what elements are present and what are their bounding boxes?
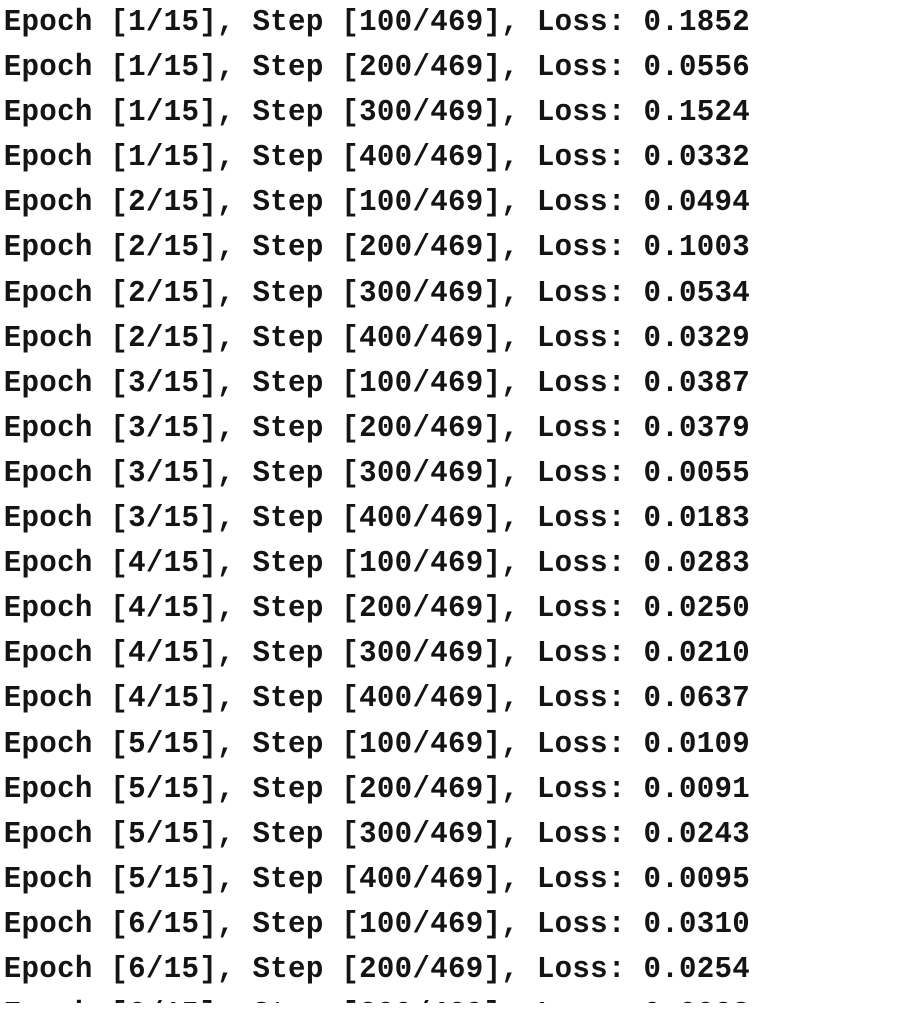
log-line: Epoch [6/15], Step [300/469], Loss: 0.00… bbox=[0, 992, 846, 1003]
log-line: Epoch [3/15], Step [400/469], Loss: 0.01… bbox=[3, 501, 751, 537]
log-line: Epoch [2/15], Step [200/469], Loss: 0.10… bbox=[3, 230, 751, 266]
log-line: Epoch [5/15], Step [100/469], Loss: 0.01… bbox=[3, 726, 751, 762]
log-lines: Epoch [1/15], Step [100/469], Loss: 0.18… bbox=[0, 0, 900, 1003]
log-line: Epoch [2/15], Step [400/469], Loss: 0.03… bbox=[3, 320, 751, 356]
log-line: Epoch [5/15], Step [300/469], Loss: 0.02… bbox=[3, 816, 751, 852]
log-line: Epoch [1/15], Step [400/469], Loss: 0.03… bbox=[3, 140, 751, 176]
log-line: Epoch [1/15], Step [100/469], Loss: 0.18… bbox=[3, 5, 751, 40]
log-line: Epoch [4/15], Step [200/469], Loss: 0.02… bbox=[3, 591, 751, 627]
log-line: Epoch [4/15], Step [400/469], Loss: 0.06… bbox=[3, 681, 751, 717]
cutoff-strip bbox=[0, 1003, 900, 1017]
log-line: Epoch [6/15], Step [200/469], Loss: 0.02… bbox=[3, 951, 751, 987]
log-line: Epoch [6/15], Step [100/469], Loss: 0.03… bbox=[3, 906, 751, 942]
log-line: Epoch [3/15], Step [300/469], Loss: 0.00… bbox=[3, 455, 751, 491]
log-line: Epoch [2/15], Step [300/469], Loss: 0.05… bbox=[3, 275, 751, 311]
log-line: Epoch [3/15], Step [200/469], Loss: 0.03… bbox=[3, 410, 751, 446]
log-line: Epoch [3/15], Step [100/469], Loss: 0.03… bbox=[3, 365, 751, 401]
log-line: Epoch [1/15], Step [300/469], Loss: 0.15… bbox=[3, 95, 751, 131]
log-line: Epoch [5/15], Step [400/469], Loss: 0.00… bbox=[3, 861, 751, 897]
log-line: Epoch [2/15], Step [100/469], Loss: 0.04… bbox=[3, 185, 751, 221]
training-log-output: Epoch [1/15], Step [100/469], Loss: 0.18… bbox=[0, 0, 900, 1003]
log-line: Epoch [5/15], Step [200/469], Loss: 0.00… bbox=[3, 771, 751, 807]
log-line: Epoch [4/15], Step [300/469], Loss: 0.02… bbox=[3, 636, 751, 672]
log-line: Epoch [1/15], Step [200/469], Loss: 0.05… bbox=[3, 50, 751, 86]
log-line: Epoch [4/15], Step [100/469], Loss: 0.02… bbox=[3, 546, 751, 582]
